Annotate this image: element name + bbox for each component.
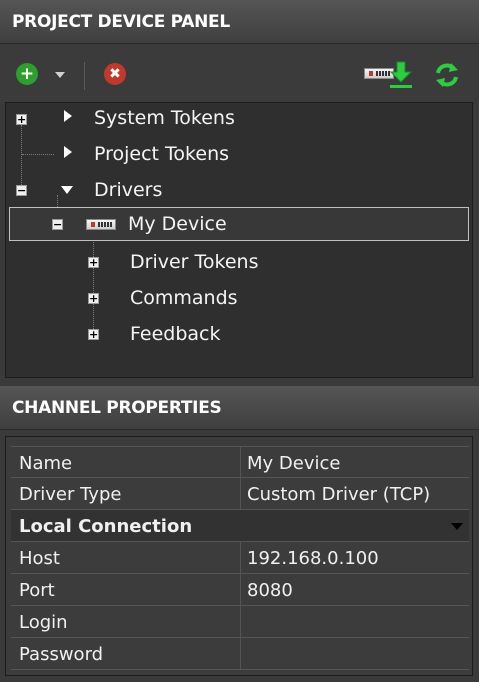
tree-item-label: Drivers (94, 179, 163, 201)
tree-item-project-tokens[interactable]: Project Tokens (94, 137, 229, 171)
tree-item-label: Project Tokens (94, 143, 230, 165)
tree-item-label: Feedback (130, 323, 221, 345)
column-divider (240, 574, 241, 605)
device-panel-header: PROJECT DEVICE PANEL (0, 0, 479, 44)
chevron-down-icon (451, 523, 463, 530)
channel-properties-title: CHANNEL PROPERTIES (12, 398, 222, 418)
property-row-port[interactable]: Port 8080 (11, 574, 469, 606)
property-row-login[interactable]: Login (11, 606, 469, 638)
tree-item-driver-tokens[interactable]: Driver Tokens (130, 245, 258, 279)
caret-right-icon (64, 110, 72, 122)
property-key: Name (19, 453, 73, 474)
tree-item-label: Commands (130, 287, 238, 309)
device-tree[interactable]: + System Tokens Project Tokens − Drivers… (5, 102, 473, 378)
tree-item-label: My Device (128, 213, 227, 235)
property-row-name[interactable]: Name My Device (11, 446, 469, 478)
tree-guide-line (21, 125, 22, 191)
add-button[interactable]: + (16, 63, 38, 85)
x-circle-icon: ✖ (104, 63, 126, 85)
device-panel-title: PROJECT DEVICE PANEL (12, 12, 230, 32)
tree-item-drivers[interactable]: Drivers (94, 173, 162, 207)
tree-guide-line (22, 154, 54, 155)
property-row-driver-type[interactable]: Driver Type Custom Driver (TCP) (11, 478, 469, 510)
collapse-my-device[interactable]: − (52, 219, 63, 230)
download-button[interactable] (388, 60, 414, 90)
property-value[interactable]: My Device (247, 453, 340, 474)
column-divider (240, 638, 241, 669)
property-key: Login (19, 612, 68, 633)
expand-feedback[interactable]: + (88, 329, 99, 340)
tree-item-feedback[interactable]: Feedback (130, 317, 220, 351)
expand-driver-tokens[interactable]: + (88, 257, 99, 268)
section-label: Local Connection (19, 516, 193, 537)
collapse-drivers[interactable]: − (16, 185, 27, 196)
delete-button[interactable]: ✖ (104, 63, 126, 85)
device-icon (86, 219, 116, 230)
column-divider (240, 542, 241, 573)
property-key: Driver Type (19, 484, 122, 505)
property-value[interactable]: 192.168.0.100 (247, 548, 379, 569)
property-value[interactable]: Custom Driver (TCP) (247, 484, 430, 505)
tree-item-label: System Tokens (94, 107, 235, 129)
tree-item-commands[interactable]: Commands (130, 281, 238, 315)
property-value[interactable]: 8080 (247, 580, 293, 601)
property-row-password[interactable]: Password (11, 638, 469, 670)
column-divider (240, 606, 241, 637)
tree-item-system-tokens[interactable]: System Tokens (94, 101, 235, 135)
section-local-connection[interactable]: Local Connection (11, 510, 469, 542)
channel-properties-header: CHANNEL PROPERTIES (0, 386, 479, 430)
tree-item-my-device[interactable] (9, 207, 469, 241)
chevron-down-icon (55, 72, 65, 78)
caret-down-icon (61, 186, 73, 194)
tree-item-label: Driver Tokens (130, 251, 259, 273)
expand-system-tokens[interactable]: + (16, 114, 27, 125)
download-arrow-icon (389, 61, 413, 88)
expand-commands[interactable]: + (88, 293, 99, 304)
refresh-icon (436, 63, 458, 87)
plus-circle-icon: + (16, 63, 38, 85)
property-key: Password (19, 644, 104, 665)
property-key: Host (19, 548, 60, 569)
tree-guide-line (93, 231, 94, 331)
my-device-label-row: My Device (128, 207, 227, 241)
column-divider (240, 478, 241, 509)
column-divider (240, 447, 241, 478)
add-dropdown-button[interactable] (54, 70, 66, 80)
property-row-host[interactable]: Host 192.168.0.100 (11, 542, 469, 574)
channel-properties-grid: Name My Device Driver Type Custom Driver… (5, 436, 473, 676)
toolbar-separator (84, 62, 85, 90)
property-key: Port (19, 580, 55, 601)
refresh-button[interactable] (432, 60, 462, 90)
caret-right-icon (64, 146, 72, 158)
